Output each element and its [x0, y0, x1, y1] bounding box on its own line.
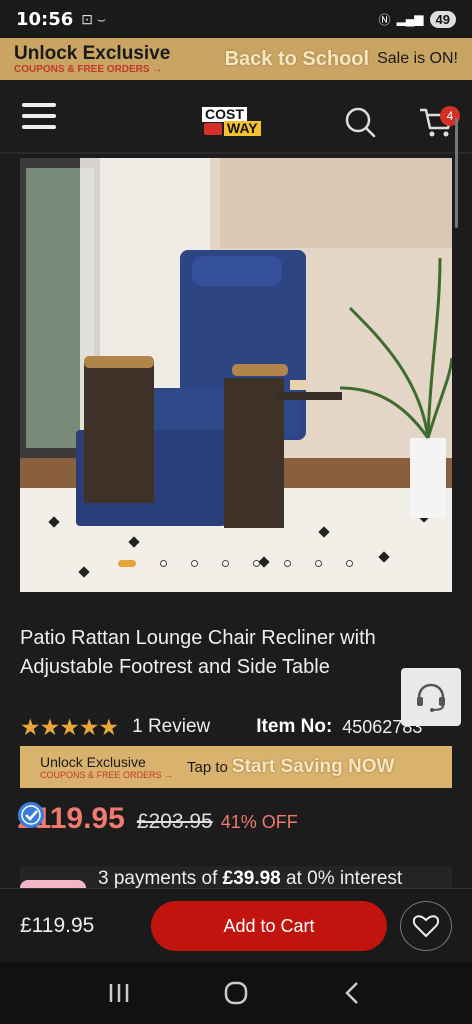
gallery-dots [118, 560, 353, 567]
product-photo [20, 158, 452, 592]
menu-icon[interactable] [22, 103, 56, 129]
battery-icon: 49 [429, 10, 456, 28]
wishlist-button[interactable] [400, 901, 452, 951]
discount-badge: 41% OFF [220, 812, 298, 832]
headset-icon [417, 683, 445, 712]
site-header: COST WAY [0, 80, 472, 154]
review-count-link[interactable]: 1 Review [132, 716, 210, 738]
item-no-label: Item No: [256, 716, 333, 737]
bottom-action-bar: £119.95 Add to Cart [0, 888, 472, 962]
rating-row: ★★★★★ 1 Review Item No: 45062783 [20, 712, 460, 742]
installments-prefix: 3 payments of [98, 868, 223, 889]
item-no-value: 45062783 [342, 716, 423, 737]
home-icon [224, 981, 248, 1005]
logo-text-bottom: WAY [224, 121, 261, 136]
gallery-dot-6[interactable] [284, 560, 291, 567]
system-nav-bar [0, 962, 472, 1024]
product-title: Patio Rattan Lounge Chair Recliner with … [20, 627, 376, 678]
price-row: £119.95 £203.95 41% OFF [18, 802, 298, 842]
recents-icon [109, 984, 128, 1002]
product-image[interactable] [20, 158, 452, 592]
promo-highlight: Back to School [224, 47, 370, 70]
promo-subtitle: COUPONS & FREE ORDERS → [14, 63, 163, 75]
back-chevron-icon [345, 982, 359, 1004]
bottom-price: £119.95 [20, 913, 95, 937]
promo-strip-title: Unlock Exclusive [40, 753, 146, 770]
verified-shield-icon[interactable] [16, 800, 46, 830]
promo-strip-left: Unlock Exclusive COUPONS & FREE ORDERS → [40, 755, 173, 780]
promo-banner[interactable]: Unlock Exclusive COUPONS & FREE ORDERS →… [0, 38, 472, 80]
add-to-cart-button[interactable]: Add to Cart [151, 901, 387, 951]
nfc-icon: Ⓝ [378, 12, 391, 27]
back-button[interactable] [333, 973, 373, 1013]
notification-icons: ⊡ ⌣ [81, 10, 107, 27]
installments-suffix: at 0% interest [280, 868, 403, 889]
gallery-dot-3[interactable] [191, 560, 198, 567]
gallery-dot-5[interactable] [253, 560, 260, 567]
gallery-dot-7[interactable] [315, 560, 322, 567]
promo-strip[interactable]: Unlock Exclusive COUPONS & FREE ORDERS →… [20, 746, 452, 788]
installments-amount: £39.98 [222, 868, 281, 889]
signal-icon: ▂▄▆ [396, 12, 424, 26]
promo-left: Unlock Exclusive COUPONS & FREE ORDERS → [14, 44, 170, 75]
status-time: 10:56 [16, 8, 74, 30]
home-button[interactable] [216, 973, 256, 1013]
recent-apps-button[interactable] [99, 973, 139, 1013]
installments-text: 3 payments of £39.98 at 0% interest [98, 868, 402, 890]
star-rating[interactable]: ★★★★★ [20, 714, 119, 741]
logo-mark [204, 123, 222, 135]
gallery-dot-4[interactable] [222, 560, 229, 567]
promo-title: Unlock Exclusive [14, 42, 171, 64]
search-icon[interactable] [344, 106, 376, 138]
gallery-dot-2[interactable] [160, 560, 167, 567]
gallery-dot-1[interactable] [118, 560, 136, 567]
status-right: Ⓝ ▂▄▆ 49 [378, 10, 456, 28]
promo-strip-tap: Tap to [187, 758, 228, 776]
gallery-dot-8[interactable] [346, 560, 353, 567]
costway-logo[interactable]: COST WAY [202, 107, 270, 137]
original-price: £203.95 [136, 810, 213, 833]
promo-strip-subtitle: COUPONS & FREE ORDERS → [40, 769, 174, 780]
page-scrollbar[interactable] [455, 118, 458, 228]
promo-tail: Sale is ON! [377, 50, 458, 67]
promo-strip-highlight: Start Saving NOW [231, 756, 395, 777]
status-bar: 10:56 ⊡ ⌣ Ⓝ ▂▄▆ 49 [0, 0, 472, 38]
heart-icon [413, 915, 439, 938]
